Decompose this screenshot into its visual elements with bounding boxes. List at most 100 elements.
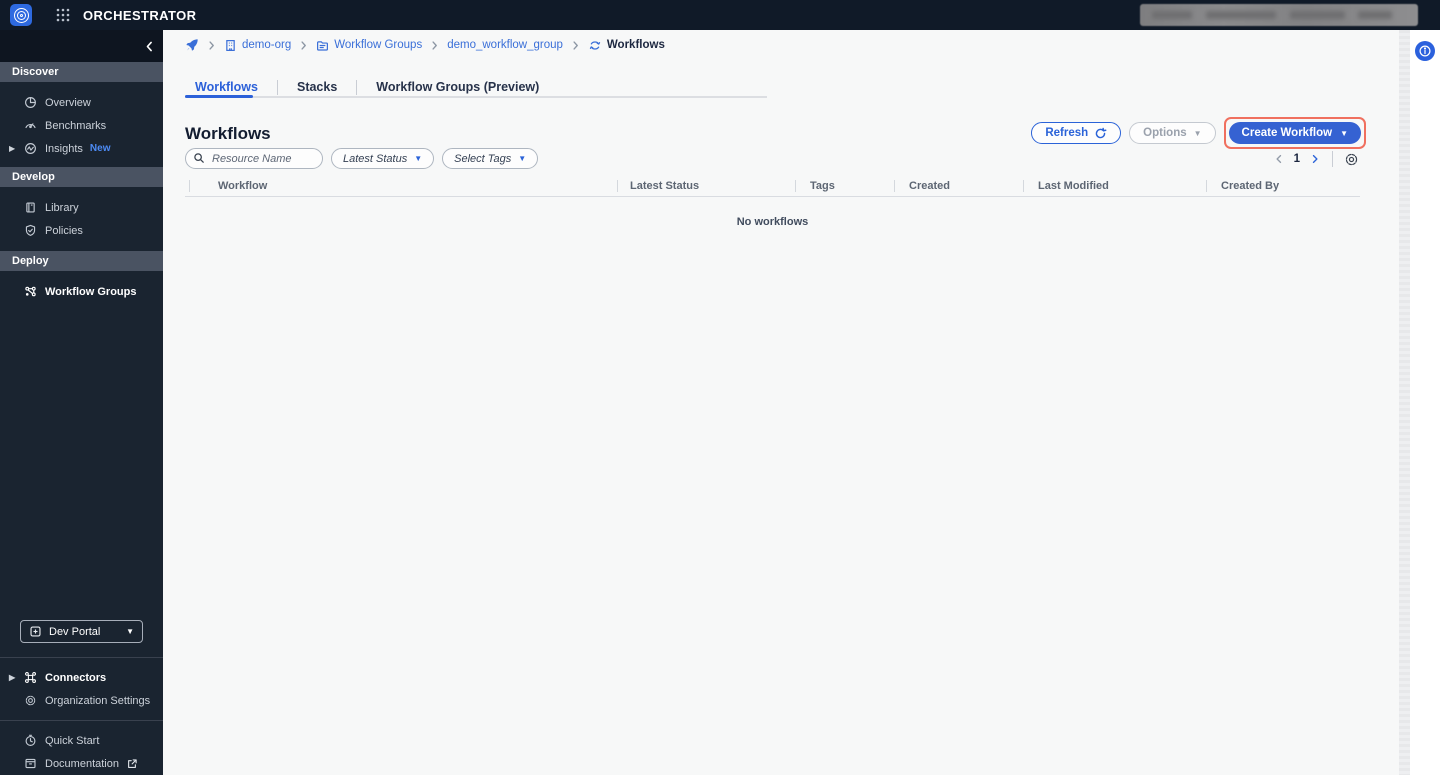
app-launcher-grid-icon[interactable] — [56, 8, 70, 22]
page-title: Workflows — [185, 124, 271, 144]
tab-workflow-groups-preview[interactable]: Workflow Groups (Preview) — [357, 80, 558, 94]
sidebar-item-label: Benchmarks — [45, 120, 106, 132]
sidebar-item-label: Policies — [45, 225, 83, 237]
column-header-latest-status[interactable]: Latest Status — [630, 180, 699, 192]
previous-page-button[interactable] — [1273, 153, 1285, 165]
info-button[interactable] — [1415, 41, 1435, 61]
chevron-down-icon: ▼ — [1194, 129, 1202, 138]
sidebar-item-workflow-groups[interactable]: Workflow Groups — [0, 280, 163, 303]
develop-items: Library Policies — [0, 187, 163, 242]
sidebar-item-label: Library — [45, 202, 79, 214]
column-header-created[interactable]: Created — [909, 180, 950, 192]
sidebar-item-quick-start[interactable]: Quick Start — [0, 729, 163, 752]
column-divider — [1023, 180, 1024, 192]
redacted-account-area — [1140, 4, 1418, 26]
breadcrumb-workflow-groups[interactable]: Workflow Groups — [316, 39, 422, 52]
building-icon — [224, 39, 237, 52]
breadcrumb: demo-org Workflow Groups demo_workflow_g… — [185, 38, 665, 52]
filter-bar: Latest Status ▼ Select Tags ▼ — [185, 148, 538, 169]
top-bar: ORCHESTRATOR — [0, 0, 1440, 30]
breadcrumb-separator-icon — [570, 40, 581, 51]
active-tab-underline — [185, 95, 253, 98]
app-title: ORCHESTRATOR — [83, 8, 196, 23]
sidebar-item-connectors[interactable]: ▶ Connectors — [0, 666, 163, 689]
search-icon — [193, 152, 205, 164]
sidebar-item-insights[interactable]: ▶ Insights New — [0, 137, 163, 160]
expand-caret-icon[interactable]: ▶ — [9, 144, 15, 153]
breadcrumb-org[interactable]: demo-org — [224, 39, 291, 52]
tab-workflows[interactable]: Workflows — [185, 80, 277, 94]
rocket-icon — [185, 38, 199, 52]
workflow-loop-icon — [588, 39, 602, 52]
empty-state-text: No workflows — [185, 216, 1360, 228]
breadcrumb-home[interactable] — [185, 38, 199, 52]
select-tags-label: Select Tags — [454, 153, 511, 165]
breadcrumb-current-label: Workflows — [607, 39, 665, 51]
breadcrumb-link: Workflow Groups — [334, 39, 422, 51]
sidebar-item-overview[interactable]: Overview — [0, 91, 163, 114]
breadcrumb-link: demo_workflow_group — [447, 39, 563, 51]
latest-status-filter[interactable]: Latest Status ▼ — [331, 148, 434, 169]
create-workflow-button[interactable]: Create Workflow ▼ — [1229, 122, 1361, 144]
sidebar-collapse-button[interactable] — [143, 40, 156, 53]
column-header-workflow[interactable]: Workflow — [218, 180, 267, 192]
folder-icon — [316, 39, 329, 52]
pagination-divider — [1332, 151, 1333, 167]
external-link-icon — [126, 758, 138, 770]
sidebar-section-deploy: Deploy — [0, 251, 163, 271]
sidebar-item-label: Documentation — [45, 758, 119, 770]
options-button[interactable]: Options ▼ — [1129, 122, 1215, 144]
dev-portal-label: Dev Portal — [49, 626, 100, 638]
expand-caret-icon[interactable]: ▶ — [9, 673, 15, 682]
resource-name-search — [185, 148, 323, 169]
current-page-number: 1 — [1294, 153, 1300, 165]
tab-bar: Workflows Stacks Workflow Groups (Previe… — [185, 77, 558, 97]
chevron-down-icon: ▼ — [518, 154, 526, 163]
refresh-button[interactable]: Refresh — [1031, 122, 1121, 144]
breadcrumb-link: demo-org — [242, 39, 291, 51]
column-header-last-modified[interactable]: Last Modified — [1038, 180, 1109, 192]
chevron-down-icon: ▼ — [126, 627, 134, 636]
column-header-created-by[interactable]: Created By — [1221, 180, 1279, 192]
column-header-tags[interactable]: Tags — [810, 180, 835, 192]
app-logo-icon[interactable] — [10, 4, 32, 26]
breadcrumb-separator-icon — [429, 40, 440, 51]
discover-items: Overview Benchmarks ▶ Insights New — [0, 82, 163, 160]
info-icon — [1418, 44, 1432, 58]
next-page-button[interactable] — [1309, 153, 1321, 165]
search-input[interactable] — [185, 148, 323, 169]
sidebar-item-label: Quick Start — [45, 735, 99, 747]
book-icon — [24, 201, 37, 214]
dev-portal-dropdown[interactable]: Dev Portal ▼ — [20, 620, 143, 643]
table-settings-gear-icon[interactable] — [1344, 152, 1359, 167]
create-workflow-highlight: Create Workflow ▼ — [1224, 117, 1366, 149]
connectors-icon — [24, 671, 37, 684]
sidebar-item-library[interactable]: Library — [0, 196, 163, 219]
tab-stacks[interactable]: Stacks — [278, 80, 356, 94]
vertical-scrollbar[interactable] — [1399, 30, 1410, 775]
column-divider — [617, 180, 618, 192]
sidebar-top-strip — [0, 30, 163, 62]
toolbar: Refresh Options ▼ Create Workflow ▼ — [1031, 117, 1366, 149]
select-tags-filter[interactable]: Select Tags ▼ — [442, 148, 538, 169]
column-divider — [189, 180, 190, 192]
breadcrumb-separator-icon — [298, 40, 309, 51]
sidebar-footer-block: Quick Start Documentation — [0, 720, 163, 775]
shield-check-icon — [24, 224, 37, 237]
deploy-items: Workflow Groups — [0, 271, 163, 303]
sidebar-item-organization-settings[interactable]: Organization Settings — [0, 689, 163, 712]
options-label: Options — [1143, 127, 1186, 139]
main-content: demo-org Workflow Groups demo_workflow_g… — [163, 30, 1399, 775]
sidebar-item-label: Organization Settings — [45, 695, 150, 707]
sidebar-item-benchmarks[interactable]: Benchmarks — [0, 114, 163, 137]
chevron-down-icon: ▼ — [1340, 129, 1348, 138]
sidebar-item-documentation[interactable]: Documentation — [0, 752, 163, 775]
sidebar: Discover Overview Benchmarks ▶ Insights — [0, 30, 163, 775]
breadcrumb-current: Workflows — [588, 39, 665, 52]
refresh-icon — [1094, 127, 1107, 140]
table-header-row: Workflow Latest Status Tags Created Last… — [185, 178, 1360, 197]
sidebar-item-policies[interactable]: Policies — [0, 219, 163, 242]
chevron-down-icon: ▼ — [414, 154, 422, 163]
breadcrumb-workflow-group[interactable]: demo_workflow_group — [447, 39, 563, 51]
clock-icon — [24, 734, 37, 747]
